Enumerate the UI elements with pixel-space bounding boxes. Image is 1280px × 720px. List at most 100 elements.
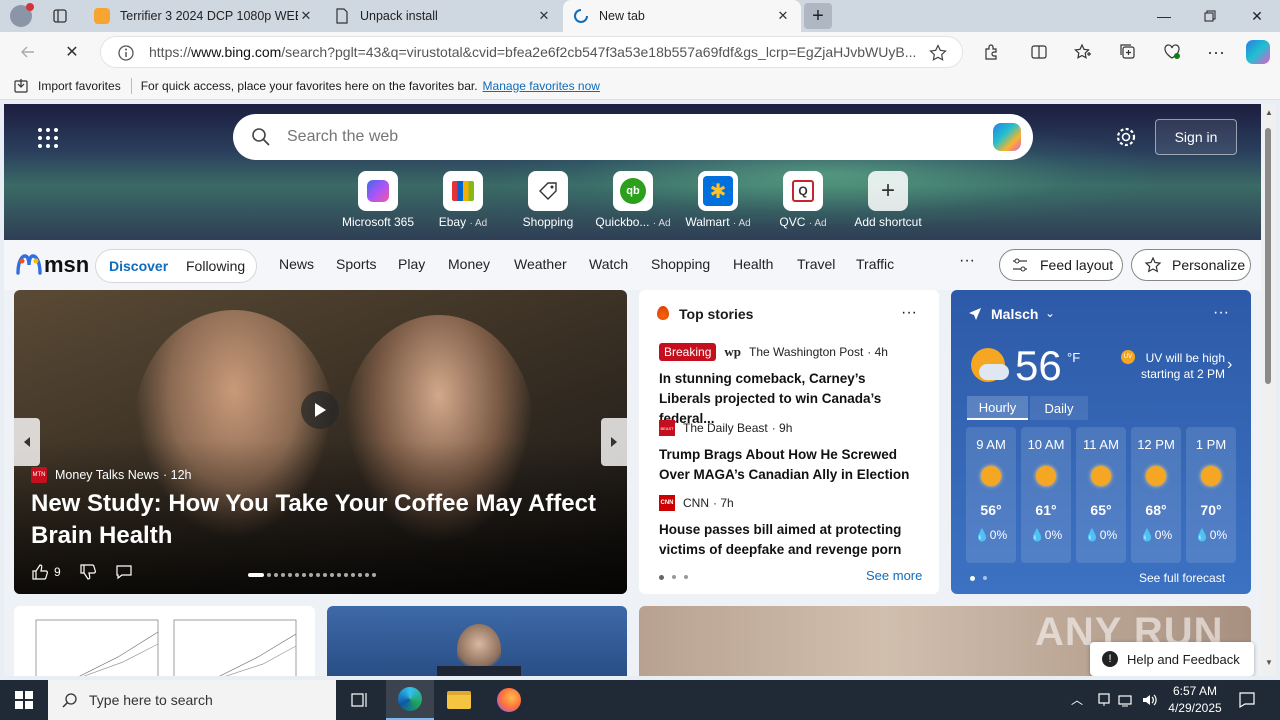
edge-taskbar-icon[interactable] <box>386 680 434 720</box>
minimize-button[interactable]: — <box>1141 0 1187 32</box>
shortcut-qvc[interactable]: Q QVC · Ad <box>764 171 842 229</box>
settings-gear-icon[interactable] <box>1115 126 1137 148</box>
nav-news[interactable]: News <box>279 256 314 272</box>
sign-in-button[interactable]: Sign in <box>1155 119 1237 155</box>
uv-alert[interactable]: UV will be high starting at 2 PM <box>1137 350 1225 382</box>
back-button[interactable] <box>12 36 44 68</box>
taskbar-search-box[interactable]: Type here to search <box>48 680 336 720</box>
msn-logo[interactable]: msn <box>16 252 89 278</box>
weather-location[interactable]: Malsch <box>991 306 1038 322</box>
tab-daily[interactable]: Daily <box>1030 396 1088 420</box>
nav-watch[interactable]: Watch <box>589 256 628 272</box>
hourly-forecast-item[interactable]: 12 PM 68° 💧0% <box>1131 427 1181 563</box>
story-item[interactable]: Breaking wp The Washington Post · 4h In … <box>659 343 919 429</box>
close-icon[interactable]: ✕ <box>775 8 791 24</box>
manage-favorites-link[interactable]: Manage favorites now <box>483 79 600 93</box>
nav-play[interactable]: Play <box>398 256 425 272</box>
tab-following[interactable]: Following <box>186 258 245 274</box>
solar-panel-article-card[interactable] <box>327 606 627 676</box>
copilot-search-icon[interactable] <box>993 123 1021 151</box>
info-icon[interactable] <box>117 44 135 62</box>
see-full-forecast-link[interactable]: See full forecast <box>1139 571 1225 585</box>
shortcut-quickbooks[interactable]: qb Quickbo... · Ad <box>594 171 672 229</box>
hourly-forecast-item[interactable]: 1 PM 70° 💧0% <box>1186 427 1236 563</box>
settings-more-icon[interactable]: ··· <box>1200 36 1232 68</box>
close-window-button[interactable]: ✕ <box>1234 0 1280 32</box>
story-headline[interactable]: Trump Brags About How He Screwed Over MA… <box>659 445 919 485</box>
shortcut-ebay[interactable]: Ebay · Ad <box>424 171 502 229</box>
nav-travel[interactable]: Travel <box>797 256 835 272</box>
apps-grid-icon[interactable] <box>38 128 58 148</box>
search-box[interactable] <box>233 114 1033 160</box>
chevron-right-icon[interactable]: › <box>1227 356 1232 374</box>
shortcut-add[interactable]: + Add shortcut <box>849 171 927 229</box>
collections-icon[interactable] <box>1112 36 1144 68</box>
firefox-icon[interactable] <box>485 680 533 720</box>
nav-sports[interactable]: Sports <box>336 256 376 272</box>
stop-loading-button[interactable]: ✕ <box>56 36 88 68</box>
tab-new-tab[interactable]: New tab ✕ <box>563 0 801 32</box>
shortcut-walmart[interactable]: ✱ Walmart · Ad <box>679 171 757 229</box>
network-icon[interactable] <box>1118 692 1134 708</box>
restore-button[interactable] <box>1187 0 1233 32</box>
close-icon[interactable]: ✕ <box>298 8 314 24</box>
play-video-icon[interactable] <box>301 391 339 429</box>
top-stories-menu-icon[interactable]: ··· <box>901 304 917 322</box>
story-item[interactable]: BEAST The Daily Beast · 9h Trump Brags A… <box>659 420 919 485</box>
story-source[interactable]: MTN Money Talks News · 12h <box>31 467 191 483</box>
tab-unpack-install[interactable]: Unpack install ✕ <box>324 0 562 32</box>
nav-weather[interactable]: Weather <box>514 256 567 272</box>
carousel-prev-button[interactable] <box>14 418 40 466</box>
extensions-icon[interactable] <box>975 36 1007 68</box>
task-view-icon[interactable] <box>336 680 384 720</box>
volume-icon[interactable] <box>1141 692 1159 708</box>
close-icon[interactable]: ✕ <box>536 8 552 24</box>
page-scrollbar[interactable]: ▲ ▼ <box>1261 104 1276 676</box>
chart-article-card[interactable] <box>14 606 315 676</box>
carousel-next-button[interactable] <box>601 418 627 466</box>
like-icon[interactable] <box>31 563 49 581</box>
hourly-forecast-item[interactable]: 9 AM 56° 💧0% <box>966 427 1016 563</box>
tab-terrifier[interactable]: Terrifier 3 2024 DCP 1080p WEBRip ✕ <box>84 0 324 32</box>
nav-money[interactable]: Money <box>448 256 490 272</box>
tab-hourly[interactable]: Hourly <box>967 396 1028 420</box>
search-input[interactable] <box>287 128 967 146</box>
hourly-forecast-item[interactable]: 11 AM 65° 💧0% <box>1076 427 1126 563</box>
show-hidden-icons-chevron-up-icon[interactable]: ︿ <box>1071 691 1083 708</box>
shortcut-microsoft-365[interactable]: Microsoft 365 <box>339 171 417 229</box>
hourly-forecast-item[interactable]: 10 AM 61° 💧0% <box>1021 427 1071 563</box>
favorites-icon[interactable] <box>1067 36 1099 68</box>
taskbar-clock[interactable]: 6:57 AM 4/29/2025 <box>1164 683 1226 717</box>
chevron-down-icon[interactable]: ⌄ <box>1045 306 1055 320</box>
tab-discover[interactable]: Discover <box>109 258 168 274</box>
scrollbar-thumb[interactable] <box>1265 128 1271 384</box>
weather-menu-icon[interactable]: ··· <box>1213 304 1229 322</box>
profile-avatar[interactable] <box>10 3 34 27</box>
hero-headline[interactable]: New Study: How You Take Your Coffee May … <box>31 488 611 552</box>
address-bar[interactable]: https://www.bing.com/search?pglt=43&q=vi… <box>100 36 963 68</box>
new-tab-button[interactable]: + <box>804 3 832 29</box>
nav-shopping[interactable]: Shopping <box>651 256 710 272</box>
nav-more-icon[interactable]: ··· <box>959 252 975 270</box>
shortcut-shopping[interactable]: Shopping <box>509 171 587 229</box>
story-headline[interactable]: House passes bill aimed at protecting vi… <box>659 520 919 560</box>
hero-news-card[interactable]: MTN Money Talks News · 12h New Study: Ho… <box>14 290 627 594</box>
personalize-button[interactable]: Personalize <box>1131 249 1251 281</box>
split-screen-icon[interactable] <box>1023 36 1055 68</box>
nav-health[interactable]: Health <box>733 256 773 272</box>
tab-actions-icon[interactable] <box>48 6 72 26</box>
network-device-icon[interactable] <box>1096 692 1112 708</box>
import-favorites-button[interactable]: Import favorites <box>38 79 121 93</box>
comment-icon[interactable] <box>115 563 133 581</box>
favorite-star-icon[interactable] <box>929 44 947 62</box>
browser-essentials-icon[interactable] <box>1156 36 1188 68</box>
nav-traffic[interactable]: Traffic <box>856 256 894 272</box>
file-explorer-icon[interactable] <box>435 680 483 720</box>
start-button[interactable] <box>0 680 48 720</box>
copilot-icon[interactable] <box>1242 36 1274 68</box>
dislike-icon[interactable] <box>79 563 97 581</box>
notifications-icon[interactable] <box>1238 691 1256 709</box>
feed-layout-button[interactable]: Feed layout <box>999 249 1123 281</box>
help-feedback-button[interactable]: ! Help and Feedback <box>1090 642 1254 676</box>
see-more-link[interactable]: See more <box>866 568 922 583</box>
